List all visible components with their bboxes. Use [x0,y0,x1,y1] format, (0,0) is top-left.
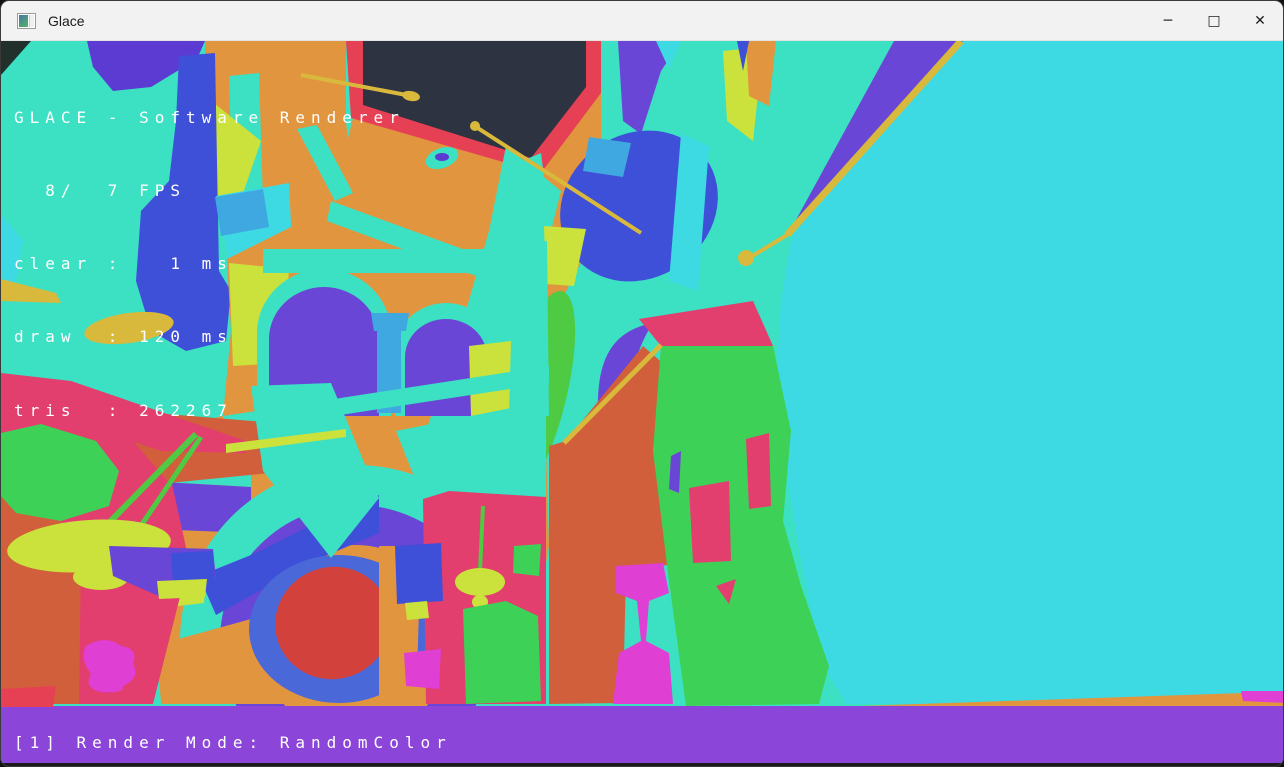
maximize-button[interactable]: □ [1191,1,1237,40]
hud-title: GLACE - Software Renderer [14,107,405,127]
hud-clear-ms: clear : 1 ms [14,254,233,274]
app-window: Glace ─ □ ✕ GLACE - Software Renderer 8/… [0,0,1284,767]
hud-fps: 8/ 7 FPS [14,181,186,201]
title-bar[interactable]: Glace ─ □ ✕ [1,1,1283,41]
help-hud: [1] Render Mode: RandomColor [2] Wirefra… [14,682,452,766]
help-render-mode: [1] Render Mode: RandomColor [14,732,452,752]
hud-draw-ms: draw : 120 ms [14,327,233,347]
hud-tris: tris : 262267 [14,400,233,420]
stats-hud: GLACE - Software Renderer 8/ 7 FPS clear… [14,57,405,472]
close-button[interactable]: ✕ [1237,1,1283,40]
app-icon [17,12,36,29]
window-title: Glace [48,12,85,29]
minimize-button[interactable]: ─ [1145,1,1191,40]
